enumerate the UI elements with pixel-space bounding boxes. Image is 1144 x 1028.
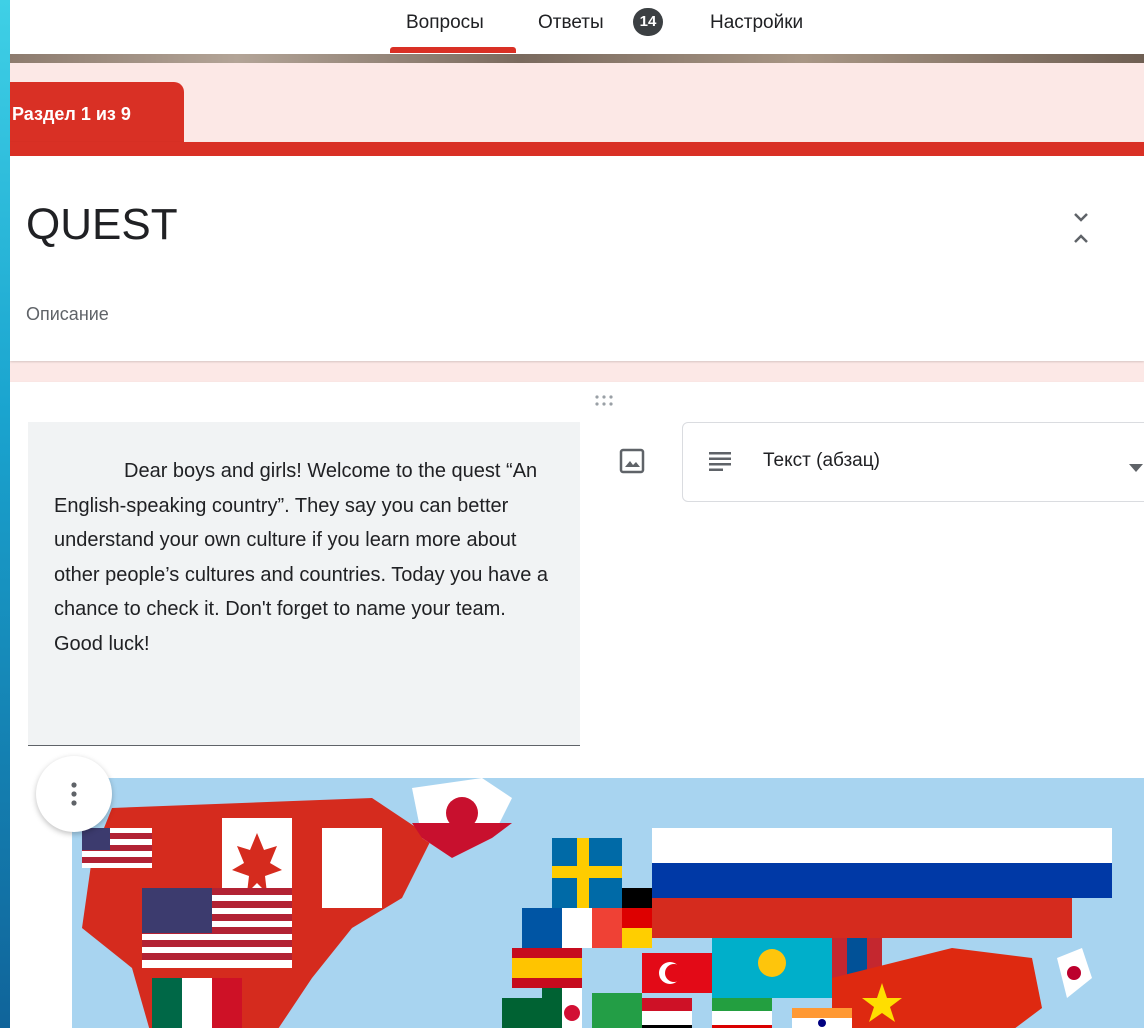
image-icon[interactable]: [618, 447, 646, 475]
more-vert-icon: [71, 782, 77, 806]
responses-count-badge: 14: [633, 8, 663, 36]
section-title-card[interactable]: QUEST Описание: [10, 142, 1144, 361]
item-text-field[interactable]: Dear boys and girls! Welcome to the ques…: [28, 422, 580, 746]
header-image: [10, 54, 1144, 63]
item-text[interactable]: Dear boys and girls! Welcome to the ques…: [54, 454, 554, 661]
section-label: Раздел 1 из 9: [12, 104, 131, 124]
form-description[interactable]: Описание: [26, 304, 109, 325]
paragraph-icon: [709, 451, 733, 471]
tab-settings[interactable]: Настройки: [710, 12, 803, 34]
text-item-card[interactable]: Dear boys and girls! Welcome to the ques…: [10, 382, 1144, 1028]
form-title[interactable]: QUEST: [26, 200, 178, 250]
world-map-flags-image: [72, 778, 1144, 1028]
more-options-button[interactable]: [36, 756, 112, 832]
drag-handle-icon[interactable]: [592, 394, 616, 408]
form-editor: Вопросы Ответы 14 Настройки Раздел 1 из …: [10, 0, 1144, 1028]
tab-responses[interactable]: Ответы: [538, 12, 604, 34]
tab-questions[interactable]: Вопросы: [406, 12, 484, 34]
top-nav: Вопросы Ответы 14 Настройки: [10, 0, 1144, 54]
question-type-select[interactable]: Текст (абзац): [682, 422, 1144, 502]
question-type-label: Текст (абзац): [763, 450, 880, 471]
dropdown-caret-icon: [1129, 459, 1143, 472]
collapse-icon[interactable]: [1069, 210, 1093, 246]
active-tab-indicator: [390, 47, 516, 53]
